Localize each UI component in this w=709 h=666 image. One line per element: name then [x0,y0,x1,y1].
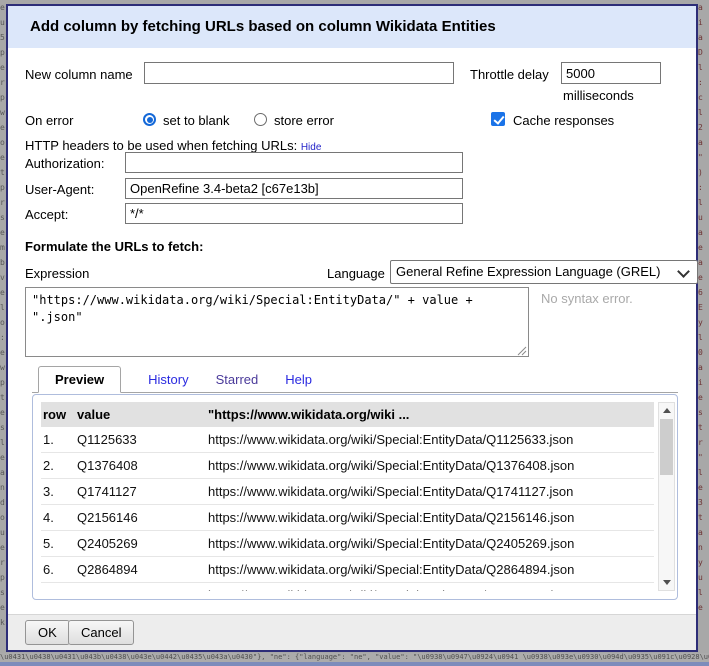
cache-responses-checkbox[interactable] [491,112,505,126]
on-error-set-to-blank-label[interactable]: set to blank [163,113,230,128]
row-index-cell: 4. [41,505,75,531]
arrow-down-icon [663,580,671,585]
table-row: 7. Q2904204 https://www.wikidata.org/wik… [41,583,654,592]
scrollbar-down-button[interactable] [659,575,674,590]
add-column-by-fetching-urls-dialog: Add column by fetching URLs based on col… [6,4,698,652]
preview-tabbar: Preview History Starred Help [32,366,678,393]
background-page-right-sliver: a i a D l : c l 2 a " ) : l u a e a e 6 … [698,0,709,652]
row-index-cell: 3. [41,479,75,505]
dialog-title: Add column by fetching URLs based on col… [8,6,696,48]
preview-panel: row value "https://www.wikidata.org/wiki… [32,394,678,600]
language-select-value: General Refine Expression Language (GREL… [396,264,660,279]
col-header-value: value [75,402,206,427]
dialog-footer: OK Cancel [8,614,696,650]
on-error-store-error-label[interactable]: store error [274,113,334,128]
user-agent-label: User-Agent: [25,182,94,197]
background-page-bottom-sliver: \u0431\u0438\u0431\u043b\u0438\u043e\u04… [0,653,709,662]
tab-preview[interactable]: Preview [38,366,121,393]
preview-table: row value "https://www.wikidata.org/wiki… [41,402,654,591]
language-select[interactable]: General Refine Expression Language (GREL… [390,260,698,284]
row-index-cell: 2. [41,453,75,479]
row-url-cell: https://www.wikidata.org/wiki/Special:En… [206,531,654,557]
on-error-set-to-blank-radio[interactable] [143,113,156,126]
throttle-delay-label: Throttle delay [470,67,549,82]
row-url-cell: https://www.wikidata.org/wiki/Special:En… [206,583,654,592]
row-url-cell: https://www.wikidata.org/wiki/Special:En… [206,427,654,453]
arrow-up-icon [663,408,671,413]
background-bottom-bar [0,662,709,666]
on-error-label: On error [25,113,73,128]
new-column-name-input[interactable] [144,62,454,84]
chevron-down-icon [677,265,690,278]
row-value-cell: Q2156146 [75,505,206,531]
row-index-cell: 5. [41,531,75,557]
formulate-heading: Formulate the URLs to fetch: [25,239,203,254]
cancel-button[interactable]: Cancel [68,620,134,645]
table-row: 2. Q1376408 https://www.wikidata.org/wik… [41,453,654,479]
preview-scroll-area: row value "https://www.wikidata.org/wiki… [41,402,675,591]
row-value-cell: Q1125633 [75,427,206,453]
col-header-url: "https://www.wikidata.org/wiki ... [206,402,654,427]
row-value-cell: Q1376408 [75,453,206,479]
tab-starred[interactable]: Starred [216,367,259,392]
authorization-label: Authorization: [25,156,105,171]
http-headers-label-text: HTTP headers to be used when fetching UR… [25,138,297,153]
row-url-cell: https://www.wikidata.org/wiki/Special:En… [206,505,654,531]
table-row: 6. Q2864894 https://www.wikidata.org/wik… [41,557,654,583]
tab-help[interactable]: Help [285,367,312,392]
row-value-cell: Q2405269 [75,531,206,557]
scrollbar-up-button[interactable] [659,403,674,418]
accept-label: Accept: [25,207,68,222]
syntax-status: No syntax error. [541,291,633,306]
expression-textarea[interactable]: "https://www.wikidata.org/wiki/Special:E… [25,287,529,357]
user-agent-input[interactable] [125,178,463,199]
throttle-delay-input[interactable] [561,62,661,84]
row-url-cell: https://www.wikidata.org/wiki/Special:En… [206,479,654,505]
table-row: 4. Q2156146 https://www.wikidata.org/wik… [41,505,654,531]
row-index-cell: 7. [41,583,75,592]
ok-button[interactable]: OK [25,620,70,645]
http-headers-label: HTTP headers to be used when fetching UR… [25,138,321,153]
preview-table-header-row: row value "https://www.wikidata.org/wiki… [41,402,654,427]
row-index-cell: 6. [41,557,75,583]
table-row: 3. Q1741127 https://www.wikidata.org/wik… [41,479,654,505]
row-value-cell: Q2864894 [75,557,206,583]
new-column-name-label: New column name [25,67,133,82]
tab-history[interactable]: History [148,367,188,392]
throttle-unit-label: milliseconds [563,88,634,103]
row-url-cell: https://www.wikidata.org/wiki/Special:En… [206,557,654,583]
scrollbar-thumb[interactable] [660,419,673,475]
cache-responses-label[interactable]: Cache responses [513,113,614,128]
row-index-cell: 1. [41,427,75,453]
col-header-row: row [41,402,75,427]
on-error-store-error-radio[interactable] [254,113,267,126]
resize-handle-icon[interactable] [516,344,527,355]
expression-label: Expression [25,266,89,281]
table-row: 5. Q2405269 https://www.wikidata.org/wik… [41,531,654,557]
row-url-cell: https://www.wikidata.org/wiki/Special:En… [206,453,654,479]
row-value-cell: Q2904204 [75,583,206,592]
vertical-scrollbar[interactable] [658,402,675,591]
authorization-input[interactable] [125,152,463,173]
screen: { "background": { "left_noise": "e\nu\n5… [0,0,709,666]
language-label: Language [327,266,385,281]
accept-input[interactable] [125,203,463,224]
table-row: 1. Q1125633 https://www.wikidata.org/wik… [41,427,654,453]
row-value-cell: Q1741127 [75,479,206,505]
